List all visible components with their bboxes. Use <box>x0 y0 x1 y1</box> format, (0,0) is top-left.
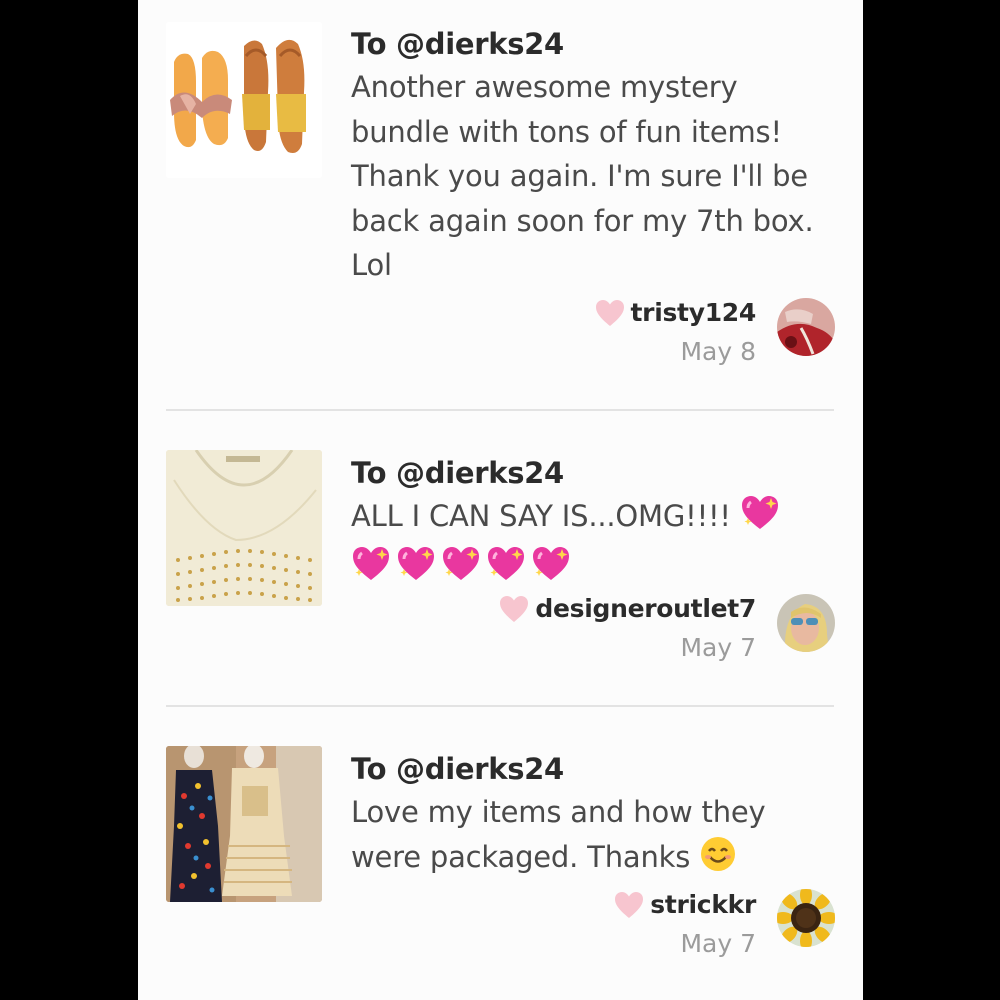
divider <box>166 705 834 707</box>
red-car-avatar[interactable] <box>777 298 835 356</box>
review-text: Another awesome mystery bundle with tons… <box>351 70 814 282</box>
sparkling-heart-icon <box>351 545 391 596</box>
review-text-block: Love my items and how they were packaged… <box>351 790 836 885</box>
review-date: May 7 <box>680 929 756 958</box>
reviewer-username[interactable]: strickkr <box>650 890 756 919</box>
sunflower-avatar[interactable] <box>777 889 835 947</box>
reviewer-username[interactable]: tristy124 <box>631 298 757 327</box>
review-recipient[interactable]: To @dierks24 <box>351 27 564 61</box>
review-recipient[interactable]: To @dierks24 <box>351 752 564 786</box>
review-text-block: ALL I CAN SAY IS...OMG!!!! <box>351 494 836 595</box>
review-date: May 8 <box>680 337 756 366</box>
studded-top-photo[interactable] <box>166 450 322 606</box>
reviews-panel: To @dierks24 Another awesome mystery bun… <box>138 0 863 1000</box>
review-recipient[interactable]: To @dierks24 <box>351 456 564 490</box>
sandals-photo[interactable] <box>166 22 322 178</box>
dresses-photo[interactable] <box>166 746 322 902</box>
review-author[interactable]: strickkr <box>614 890 756 919</box>
sparkling-heart-icon <box>441 545 481 596</box>
sparkling-heart-icon <box>740 494 780 545</box>
divider <box>166 409 834 411</box>
woman-sunglasses-avatar[interactable] <box>777 594 835 652</box>
sparkling-heart-icon <box>531 545 571 596</box>
review-author[interactable]: tristy124 <box>595 298 756 327</box>
heart-icon <box>500 595 529 622</box>
smiling-face-icon <box>699 835 737 886</box>
review-text: ALL I CAN SAY IS...OMG!!!! <box>351 499 731 533</box>
review-date: May 7 <box>680 633 756 662</box>
reviewer-username[interactable]: designeroutlet7 <box>535 594 756 623</box>
review-author[interactable]: designeroutlet7 <box>499 594 756 623</box>
heart-icon <box>615 891 644 918</box>
sparkling-heart-icon <box>486 545 526 596</box>
heart-icon <box>595 299 624 326</box>
sparkling-heart-icon <box>396 545 436 596</box>
